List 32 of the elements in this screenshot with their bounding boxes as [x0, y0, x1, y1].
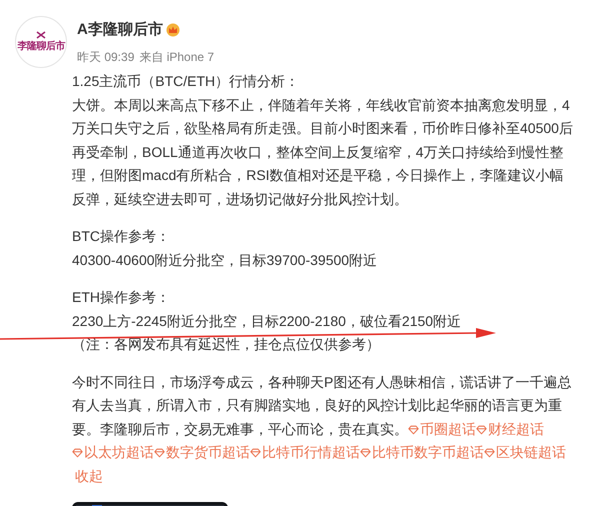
crown-icon [166, 22, 180, 36]
diamond-icon [476, 424, 487, 434]
topic-link[interactable]: 财经超话 [476, 420, 544, 436]
topic-link[interactable]: 比特币数字币超话 [360, 444, 484, 460]
post-text: 2230上方-2245附近分批空，目标2200-2180，破位看2150附近 [72, 312, 462, 328]
post-text: （注：各网发布具有延迟性，挂仓点位仅供参考） [72, 336, 380, 352]
post-text: BTC操作参考： [72, 228, 170, 244]
post-text: 有人去当真，所谓入市，只有脚踏实地，良好的风控计划比起华丽的语言更为重 [72, 397, 562, 413]
diamond-icon [72, 448, 83, 458]
diamond-icon [154, 448, 165, 458]
post-text: 今时不同往日，市场浮夸成云，各种聊天P图还有人愚昧相信，谎话讲了一千遍总 [72, 374, 572, 390]
avatar-label: 李隆聊后市 [17, 39, 65, 53]
topic-link[interactable]: 区块链超话 [484, 444, 566, 460]
collapse-link[interactable]: 收起 [75, 468, 103, 484]
diamond-icon [484, 448, 495, 458]
post-text: 要。李隆聊后市，交易无难事，平心而论，贵在真实。 [72, 420, 408, 436]
post-time: 昨天 09:39 [77, 49, 134, 66]
topic-link[interactable]: 以太坊超话 [72, 444, 154, 460]
post-text: 40300-40600附近分批空，目标39700-39500附近 [72, 252, 378, 268]
post-text: 1.25主流币（BTC/ETH）行情分析： [72, 73, 300, 89]
diamond-icon [250, 448, 261, 458]
diamond-icon [408, 424, 419, 434]
post-text: 大饼。本周以来高点下移不止，伴随着年关将，年线收官前资本抽离愈发明显，4万关口失守之后，欲坠格局有所走强。目前小时图来看，币价昨日修补至40500后再受牵制，BOLL通道再次收口，整体空间上反复缩窄，4万关口持续给到慢性整理，但附图macd有所粘合，RSI数值相对还是平稳，今日操作上，李隆建议小幅反弹，延续空进去即可，进场切记做好分批风控计划。 [72, 96, 573, 206]
topic-link[interactable]: 比特币行情超话 [250, 444, 360, 460]
avatar[interactable]: 李隆聊后市 [15, 16, 67, 68]
post-text: ETH操作参考： [72, 289, 170, 305]
topic-link[interactable]: 数字货币超话 [154, 444, 250, 460]
topic-link[interactable]: 币圈超话 [408, 420, 476, 436]
logo-icon [36, 31, 46, 39]
author-name[interactable]: A李隆聊后市 [77, 20, 163, 39]
post-source: 来自 iPhone 7 [139, 49, 214, 66]
diamond-icon [360, 448, 371, 458]
